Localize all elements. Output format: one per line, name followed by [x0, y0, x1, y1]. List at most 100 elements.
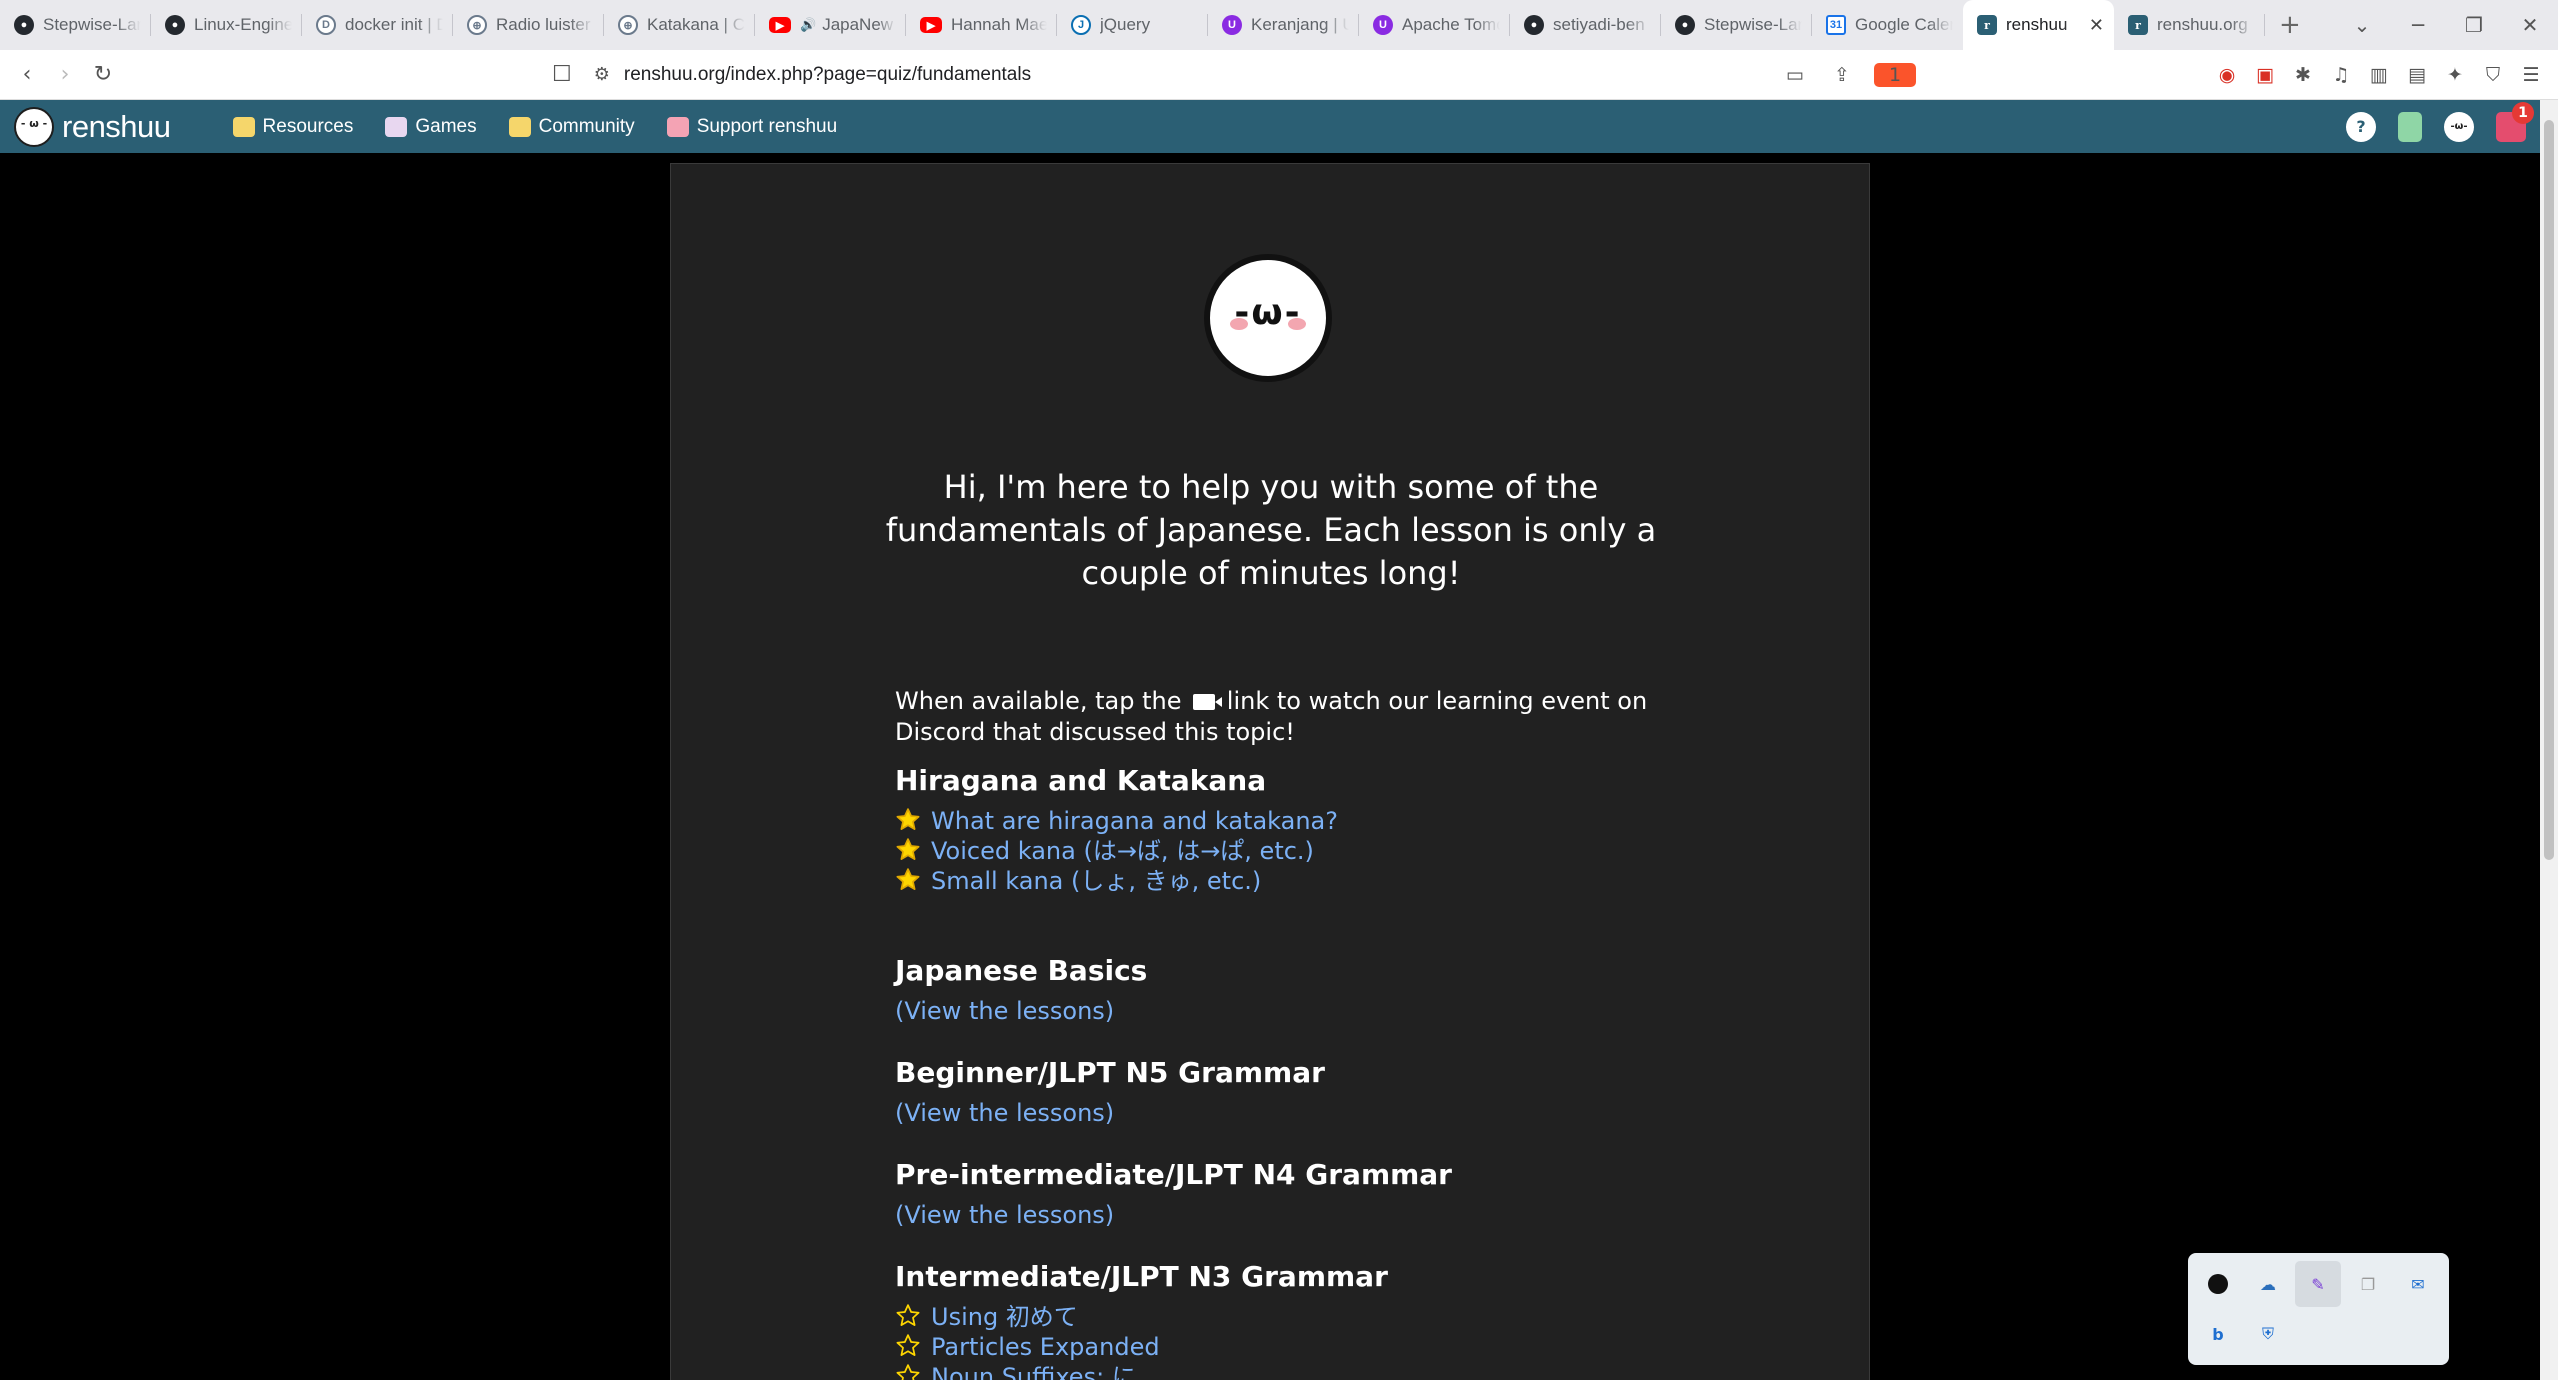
share-icon[interactable]: ⇪ [1821, 64, 1863, 86]
tray-app-icon[interactable] [2203, 1269, 2233, 1299]
lesson-link[interactable]: Using 初めて [931, 1302, 1078, 1332]
speaker-icon[interactable]: 🔊 [800, 17, 816, 33]
tab-title: renshuu.org [2157, 15, 2248, 34]
logo-text: renshuu [62, 108, 171, 144]
star-outline-icon[interactable] [895, 1333, 923, 1361]
section-basics: Japanese Basics (View the lessons) [895, 954, 1795, 1026]
main-nav: Resources Games Community Support renshuu [232, 115, 870, 138]
browser-tab[interactable]: ● setiyadi-ben [1510, 0, 1661, 50]
forward-button[interactable]: › [46, 62, 84, 87]
lesson-link[interactable]: Voiced kana (は→ば, は→ぱ, etc.) [931, 836, 1314, 866]
browser-tab[interactable]: ● Stepwise-Lan [1661, 0, 1812, 50]
browser-tab[interactable]: r renshuu ✕ [1963, 0, 2114, 50]
logo-mascot-icon [14, 106, 54, 147]
mail-badge: 1 [2512, 101, 2534, 124]
browser-tab-bar: ● Stepwise-Lan ● Linux-Enginee Ddocker init … [0, 0, 2558, 50]
github-icon: ● [165, 15, 185, 35]
star-filled-icon[interactable] [895, 867, 923, 895]
renshuu-logo[interactable]: renshuu [14, 106, 171, 147]
bookmark-icon[interactable]: ☐ [552, 62, 572, 87]
browser-tab[interactable]: ▶ Hannah Mae [906, 0, 1057, 50]
browser-tab[interactable]: ● Stepwise-Lan [0, 0, 151, 50]
lesson-link[interactable]: Small kana (しょ, きゅ, etc.) [931, 866, 1261, 896]
pen-icon[interactable]: ✎ [2295, 1261, 2341, 1307]
sidebar-icon[interactable]: ▥ [2360, 64, 2398, 86]
url-actions: ▭ ⇪ 1 [1774, 62, 1917, 87]
star-filled-icon[interactable] [895, 807, 923, 835]
browser-tab[interactable]: ● Linux-Enginee [151, 0, 302, 50]
star-filled-icon[interactable] [895, 837, 923, 865]
browser-tab[interactable]: ▶ 🔊 JapaNew [755, 0, 906, 50]
mail-icon[interactable]: 1 [2496, 101, 2534, 142]
close-tab-icon[interactable]: ✕ [2089, 15, 2104, 36]
scrollbar-thumb[interactable] [2544, 120, 2554, 860]
browser-tab[interactable]: ⊕ Radio luister [453, 0, 604, 50]
bing-icon[interactable]: b [2203, 1319, 2233, 1349]
lesson-link[interactable]: Particles Expanded [931, 1332, 1160, 1362]
browser-tab[interactable]: ⊕ Katakana | Ca [604, 0, 755, 50]
profile-avatar[interactable]: -ω- [2444, 111, 2474, 142]
menu-icon[interactable]: ☰ [2512, 64, 2550, 86]
nav-item-community[interactable]: Community [508, 116, 635, 138]
address-bar[interactable]: renshuu.org/index.php?page=quiz/fundamen… [624, 64, 1774, 86]
back-button[interactable]: ‹ [8, 62, 46, 87]
mascot-blush-right [1288, 318, 1306, 330]
browser-tab[interactable]: JjQuery [1057, 0, 1208, 50]
nav-item-resources[interactable]: Resources [232, 115, 354, 138]
mascot-blush-left [1230, 318, 1248, 330]
screen-record-icon[interactable]: ▣ [2246, 64, 2284, 86]
tab-search-chevron-icon[interactable]: ⌄ [2334, 13, 2390, 37]
lesson-link[interactable]: What are hiragana and katakana? [931, 806, 1338, 836]
browser-tab[interactable]: U Keranjang | U [1208, 0, 1359, 50]
browser-tab[interactable]: U Apache Tomc [1359, 0, 1510, 50]
page-scrollbar[interactable] [2540, 100, 2558, 1380]
onedrive-icon[interactable]: ☁ [2253, 1269, 2283, 1299]
minimize-button[interactable]: ─ [2390, 13, 2446, 37]
book-icon [232, 116, 255, 137]
site-info-icon[interactable]: ⚙ [594, 64, 610, 85]
close-window-button[interactable]: ✕ [2502, 13, 2558, 37]
notes-icon[interactable] [2398, 111, 2422, 142]
tab-title: Keranjang | U [1251, 15, 1349, 34]
outlook-icon[interactable]: ✉ [2403, 1269, 2433, 1299]
vpn-icon[interactable]: ⛉ [2474, 64, 2512, 86]
fundamentals-card: -ω- Hi, I'm here to help you with some o… [670, 163, 1870, 1380]
browser-tab[interactable]: Ddocker init | D [302, 0, 453, 50]
leo-ai-icon[interactable]: ✦ [2436, 64, 2474, 86]
section-title: Japanese Basics [895, 954, 1148, 987]
purple-u-icon: U [1373, 15, 1393, 35]
tab-title: Linux-Enginee [194, 15, 292, 34]
wallet-icon[interactable]: ▤ [2398, 64, 2436, 86]
view-lessons-link[interactable]: (View the lessons) [895, 996, 1795, 1026]
tab-title: setiyadi-ben [1553, 15, 1645, 34]
reload-button[interactable]: ↻ [84, 62, 122, 87]
nav-item-games[interactable]: Games [385, 116, 477, 138]
github-icon: ● [14, 15, 34, 35]
browser-tab[interactable]: 31 Google Calen [1812, 0, 1963, 50]
nav-item-support-renshuu[interactable]: Support renshuu [666, 116, 837, 138]
new-tab-button[interactable]: + [2279, 10, 2301, 40]
security-shield-icon[interactable]: ⛨ [2253, 1319, 2283, 1349]
star-outline-icon[interactable] [895, 1363, 923, 1380]
dice-icon [385, 116, 408, 137]
browser-tab[interactable]: r renshuu.org [2114, 0, 2265, 50]
music-icon[interactable]: ♫ [2322, 64, 2360, 86]
extensions-icon[interactable]: ✱ [2284, 64, 2322, 86]
view-lessons-link[interactable]: (View the lessons) [895, 1098, 1795, 1128]
site-header: renshuu Resources Games Community Support r… [0, 100, 2540, 153]
restore-button[interactable]: ❐ [2446, 13, 2502, 37]
nav-item-label: Resources [262, 115, 354, 137]
window-controls: ⌄ ─ ❐ ✕ [2334, 0, 2558, 50]
tab-strip: ● Stepwise-Lan ● Linux-Enginee Ddocker init … [0, 0, 2265, 50]
record-icon[interactable]: ◉ [2208, 64, 2246, 86]
star-outline-icon[interactable] [895, 1303, 923, 1331]
lesson-link[interactable]: Noun Suffixes: に [931, 1362, 1136, 1380]
cast-icon[interactable]: ▭ [1774, 64, 1816, 86]
view-lessons-link[interactable]: (View the lessons) [895, 1200, 1795, 1230]
copy-icon[interactable]: ❐ [2353, 1269, 2383, 1299]
lesson-list: Using 初めて Particles Expanded Noun Suffixes… [895, 1302, 1795, 1380]
brave-shield-icon[interactable]: 1 [1874, 62, 1917, 87]
help-icon[interactable]: ? [2346, 111, 2376, 142]
lesson-item: Using 初めて [895, 1302, 1795, 1332]
tab-title: jQuery [1100, 15, 1151, 34]
